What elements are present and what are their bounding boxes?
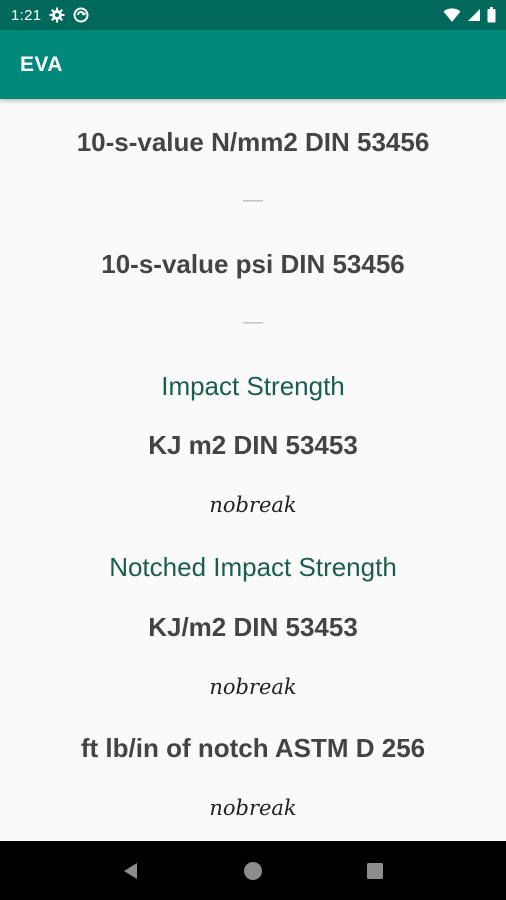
property-label: KJ m2 DIN 53453 — [148, 430, 358, 460]
app-title: EVA — [20, 52, 63, 76]
home-icon — [244, 861, 262, 880]
property-value: — — [243, 311, 263, 333]
section-heading: Notched Impact Strength — [109, 552, 397, 582]
cell-signal-icon — [467, 8, 481, 22]
battery-icon — [487, 7, 496, 23]
back-icon — [124, 862, 137, 879]
back-button[interactable] — [111, 851, 151, 891]
property-list[interactable]: 10-s-value N/mm2 DIN 53456 — 10-s-value … — [0, 99, 506, 841]
gear-icon — [49, 7, 65, 23]
property-value: nobreak — [209, 493, 297, 517]
status-left: 1:21 — [11, 7, 89, 24]
wifi-icon — [443, 7, 461, 23]
sync-icon — [73, 7, 89, 23]
navigation-bar — [0, 841, 506, 900]
property-value: — — [243, 189, 263, 211]
property-label: KJ/m2 DIN 53453 — [148, 612, 358, 642]
recents-button[interactable] — [355, 851, 395, 891]
status-time: 1:21 — [11, 6, 42, 24]
property-label: 10-s-value N/mm2 DIN 53456 — [76, 127, 430, 157]
status-right — [443, 7, 496, 23]
recents-icon — [367, 862, 383, 879]
home-button[interactable] — [233, 851, 273, 891]
app-bar: EVA — [0, 30, 506, 99]
property-label: ft lb/in of notch ASTM D 256 — [80, 733, 426, 763]
property-value: nobreak — [209, 675, 297, 699]
section-heading: Impact Strength — [161, 371, 345, 401]
property-value: nobreak — [209, 796, 297, 820]
status-bar: 1:21 — [0, 0, 506, 30]
property-label: 10-s-value psi DIN 53456 — [101, 249, 405, 279]
